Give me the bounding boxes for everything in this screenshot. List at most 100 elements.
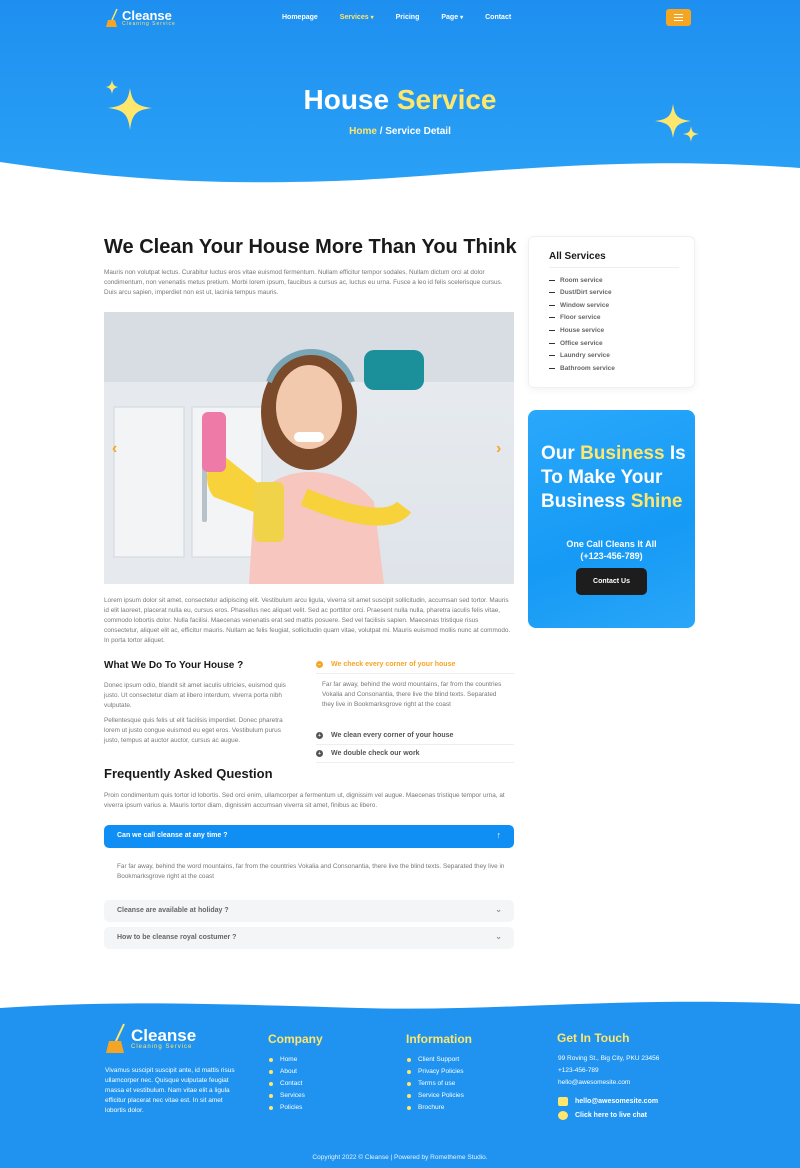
nav-contact[interactable]: Contact bbox=[485, 14, 511, 21]
accordion-label: We clean every corner of your house bbox=[331, 732, 454, 739]
service-link-floor[interactable]: Floor service bbox=[549, 314, 600, 321]
footer-link-label: Policies bbox=[280, 1104, 303, 1111]
footer-company-title: Company bbox=[268, 1032, 323, 1046]
service-link-dust[interactable]: Dust/Dirt service bbox=[549, 289, 612, 296]
hero-wave-divider bbox=[0, 162, 800, 195]
footer-link-about[interactable]: About bbox=[269, 1068, 297, 1075]
footer-link-label: Service Policies bbox=[418, 1092, 464, 1099]
image-slider[interactable] bbox=[104, 312, 514, 584]
mail-icon bbox=[558, 1097, 568, 1106]
cleaning-woman-photo bbox=[104, 312, 514, 584]
all-services-widget: All Services Room service Dust/Dirt serv… bbox=[528, 236, 695, 388]
broom-icon bbox=[106, 8, 118, 27]
footer-link-label: About bbox=[280, 1068, 297, 1075]
hamburger-menu-button[interactable] bbox=[666, 9, 691, 26]
page-title-a: House bbox=[303, 84, 390, 115]
footer-link-home[interactable]: Home bbox=[269, 1056, 297, 1063]
footer-logo[interactable]: Cleanse Cleaning Service bbox=[106, 1022, 196, 1054]
slider-next-arrow[interactable]: › bbox=[496, 440, 501, 458]
divider bbox=[316, 673, 514, 674]
footer-wave-divider bbox=[0, 1000, 800, 1009]
top-nav: Cleanse Cleaning Service Homepage Servic… bbox=[0, 8, 800, 30]
hamburger-icon bbox=[674, 14, 683, 15]
nav-services-label: Services bbox=[339, 14, 369, 21]
nav-page-label: Page bbox=[441, 14, 459, 21]
what-we-do-text-2: Pellentesque quis felis ut elit facilisi… bbox=[104, 717, 283, 744]
service-label: Office service bbox=[560, 340, 603, 347]
bullet-icon bbox=[407, 1081, 411, 1086]
section-title: We Clean Your House More Than You Think bbox=[104, 236, 517, 258]
minus-circle-icon: − bbox=[316, 661, 323, 668]
chevron-down-icon: ▾ bbox=[460, 15, 464, 21]
bullet-icon bbox=[269, 1069, 273, 1074]
what-we-do-title: What We Do To Your House ? bbox=[104, 660, 244, 671]
main-menu: Homepage Services ▾ Pricing Page ▾ Contact bbox=[282, 14, 533, 21]
dash-icon bbox=[549, 280, 555, 281]
footer-link-contact[interactable]: Contact bbox=[269, 1080, 302, 1087]
service-label: Floor service bbox=[560, 314, 601, 321]
dash-icon bbox=[549, 305, 555, 306]
slider-prev-arrow[interactable]: ‹ bbox=[112, 440, 117, 458]
footer-logo-title: Cleanse bbox=[131, 1025, 197, 1045]
faq-item-holiday[interactable]: Cleanse are available at holiday ? ⌄ bbox=[104, 900, 514, 922]
site-logo[interactable]: Cleanse Cleaning Service bbox=[106, 8, 176, 28]
footer-information-title: Information bbox=[406, 1032, 472, 1046]
service-link-room[interactable]: Room service bbox=[549, 277, 603, 284]
nav-homepage[interactable]: Homepage bbox=[282, 14, 318, 21]
bullet-icon bbox=[269, 1081, 273, 1086]
promo-text: Business bbox=[541, 491, 631, 512]
accordion-item-check[interactable]: − We check every corner of your house bbox=[316, 661, 514, 668]
breadcrumb: Home / Service Detail bbox=[0, 126, 800, 137]
contact-us-button[interactable]: Contact Us bbox=[576, 568, 647, 595]
footer-link-services[interactable]: Services bbox=[269, 1092, 305, 1099]
accordion-item-double-check[interactable]: + We double check our work bbox=[316, 750, 514, 757]
copyright: Copyright 2022 © Cleanse | Powered by Ro… bbox=[312, 1154, 488, 1161]
footer-link-label: Brochure bbox=[418, 1104, 445, 1111]
plus-circle-icon: + bbox=[316, 750, 323, 757]
nav-services[interactable]: Services ▾ bbox=[340, 14, 374, 21]
site-footer: Cleanse Cleaning Service Vivamus suscipi… bbox=[0, 1000, 800, 1168]
plus-circle-icon: + bbox=[316, 732, 323, 739]
footer-link-label: Privacy Policies bbox=[418, 1068, 464, 1075]
breadcrumb-home[interactable]: Home bbox=[349, 126, 377, 137]
nav-page[interactable]: Page ▾ bbox=[441, 14, 463, 21]
divider bbox=[549, 267, 679, 268]
footer-link-terms[interactable]: Terms of use bbox=[407, 1080, 455, 1087]
promo-highlight: Business bbox=[580, 443, 665, 464]
service-label: Room service bbox=[560, 277, 603, 284]
footer-link-privacy[interactable]: Privacy Policies bbox=[407, 1068, 464, 1075]
bullet-icon bbox=[269, 1093, 273, 1098]
footer-link-client-support[interactable]: Client Support bbox=[407, 1056, 459, 1063]
service-link-office[interactable]: Office service bbox=[549, 340, 603, 347]
footer-address: 99 Roving St., Big City, PKU 23456 bbox=[558, 1055, 660, 1062]
dash-icon bbox=[549, 317, 555, 318]
chevron-down-icon: ⌄ bbox=[495, 905, 502, 914]
accordion-label: We double check our work bbox=[331, 750, 420, 757]
service-link-window[interactable]: Window service bbox=[549, 302, 609, 309]
broom-icon bbox=[106, 1023, 125, 1053]
faq-item-open[interactable]: Can we call cleanse at any time ? ↑ bbox=[104, 825, 514, 848]
promo-call-text: One Call Cleans It All bbox=[566, 539, 657, 549]
arrow-up-icon: ↑ bbox=[496, 830, 502, 840]
service-link-bathroom[interactable]: Bathroom service bbox=[549, 365, 615, 372]
service-label: Dust/Dirt service bbox=[560, 289, 612, 296]
accordion-item-clean[interactable]: + We clean every corner of your house bbox=[316, 732, 514, 739]
footer-live-chat-link[interactable]: Click here to live chat bbox=[558, 1111, 647, 1120]
service-label: Bathroom service bbox=[560, 365, 615, 372]
dash-icon bbox=[549, 343, 555, 344]
page-title-b: Service bbox=[396, 84, 497, 115]
footer-email-link[interactable]: hello@awesomesite.com bbox=[558, 1097, 658, 1106]
footer-link-label: Contact bbox=[280, 1080, 303, 1087]
faq-item-royal[interactable]: How to be cleanse royal costumer ? ⌄ bbox=[104, 927, 514, 949]
footer-link-brochure[interactable]: Brochure bbox=[407, 1104, 444, 1111]
service-link-laundry[interactable]: Laundry service bbox=[549, 352, 610, 359]
service-link-house[interactable]: House service bbox=[549, 327, 604, 334]
bullet-icon bbox=[407, 1105, 411, 1110]
footer-link-policies[interactable]: Policies bbox=[269, 1104, 302, 1111]
body-text: Lorem ipsum dolor sit amet, consectetur … bbox=[104, 597, 511, 644]
nav-pricing[interactable]: Pricing bbox=[396, 14, 420, 21]
dash-icon bbox=[549, 368, 555, 369]
logo-subtitle: Cleaning Service bbox=[122, 21, 176, 27]
footer-link-service-policies[interactable]: Service Policies bbox=[407, 1092, 464, 1099]
breadcrumb-current: Service Detail bbox=[385, 126, 451, 137]
